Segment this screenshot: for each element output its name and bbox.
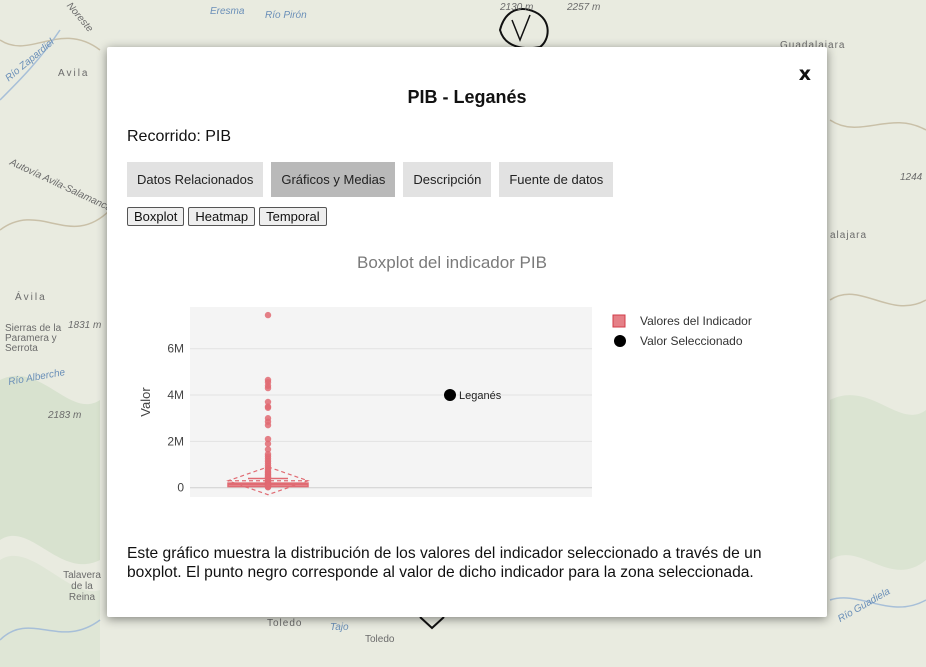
- indicator-modal: x PIB - Leganés Recorrido: PIB Datos Rel…: [107, 47, 827, 617]
- map-label-river: Tajo: [330, 622, 349, 633]
- close-button[interactable]: x: [799, 63, 811, 85]
- chart-title: Boxplot del indicador PIB: [357, 253, 547, 272]
- tab-descripcion[interactable]: Descripción: [403, 162, 492, 197]
- map-label-mountains: Sierras de la Paramera y Serrota: [5, 323, 62, 354]
- data-point: [264, 311, 272, 319]
- legend-swatch-indicator: [612, 314, 626, 328]
- map-label-city: alajara: [830, 230, 868, 241]
- map-label-elevation: 1244: [900, 172, 923, 183]
- temporal-button[interactable]: Temporal: [259, 207, 327, 226]
- y-axis-ticks: 0 2M 4M 6M: [167, 342, 184, 495]
- data-point: [264, 404, 272, 411]
- tab-graficos-medias[interactable]: Gráficos y Medias: [271, 162, 396, 197]
- tab-datos-relacionados[interactable]: Datos Relacionados: [127, 162, 264, 197]
- map-label-elevation: 2130 m: [500, 2, 534, 13]
- y-tick-label: 6M: [167, 342, 184, 356]
- map-label-river: Eresma: [210, 6, 245, 17]
- selected-series: Leganés: [444, 389, 502, 402]
- data-point: [264, 421, 272, 429]
- recorrido-label: Recorrido: PIB: [127, 128, 232, 145]
- data-point: [264, 484, 272, 491]
- legend-label-indicator: Valores del Indicador: [640, 314, 752, 328]
- boxplot-chart: Boxplot del indicador PIB 0 2M 4M 6M Valor …: [138, 253, 752, 497]
- map-label-river: Río Pirón: [265, 10, 307, 21]
- legend: Valores del Indicador Valor Seleccionado: [612, 314, 752, 348]
- map-label-city: Talavera de la Reina: [63, 570, 101, 603]
- selected-point: [444, 389, 456, 402]
- map-label-city: Toledo: [365, 634, 395, 645]
- chart-type-buttons: Boxplot Heatmap Temporal: [127, 207, 327, 226]
- legend-label-selected: Valor Seleccionado: [640, 334, 743, 348]
- y-tick-label: 0: [177, 481, 184, 495]
- y-axis-label: Valor: [138, 387, 153, 417]
- map-label-elevation: 1831 m: [68, 320, 102, 331]
- map-label-city: Avila: [58, 68, 90, 79]
- heatmap-button[interactable]: Heatmap: [188, 207, 256, 226]
- selected-point-label: Leganés: [459, 390, 502, 402]
- map-label-elevation: 2257 m: [567, 2, 601, 13]
- data-point: [264, 384, 272, 392]
- boxplot-button[interactable]: Boxplot: [127, 207, 185, 226]
- map-label-province: Ávila: [15, 292, 47, 303]
- plot-area: [190, 307, 592, 497]
- modal-title: PIB - Leganés: [407, 87, 527, 107]
- chart-description: Este gráfico muestra la distribución de …: [127, 545, 762, 581]
- tab-fuente-datos[interactable]: Fuente de datos: [499, 162, 614, 197]
- map-label-elevation: 2183 m: [48, 410, 82, 421]
- tab-bar: Datos Relacionados Gráficos y Medias Des…: [127, 162, 614, 197]
- legend-swatch-selected: [614, 335, 626, 347]
- data-point: [264, 440, 272, 447]
- y-tick-label: 2M: [167, 434, 184, 448]
- y-tick-label: 4M: [167, 388, 184, 402]
- map-label-province: Toledo: [267, 618, 303, 629]
